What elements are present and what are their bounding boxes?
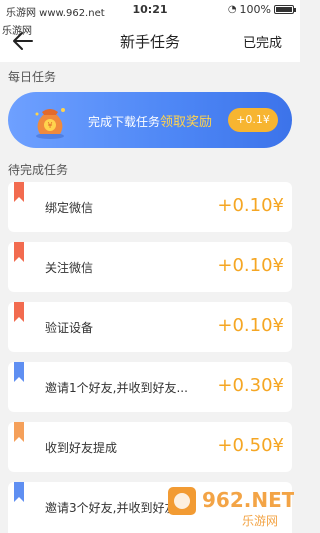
status-right: ◔ 100%: [227, 3, 296, 16]
money-bag-icon: ¥: [35, 108, 65, 139]
daily-task-banner[interactable]: ¥ 完成下载任务领取奖励 +0.1¥: [8, 92, 292, 148]
daily-task-description: 完成下载任务: [88, 115, 161, 129]
bookmark-flag-icon: [14, 242, 24, 262]
svg-text:乐游网: 乐游网: [242, 514, 278, 528]
task-label: 关注微信: [45, 261, 94, 275]
bookmark-flag-icon: [14, 182, 24, 202]
daily-task-text: 完成下载任务领取奖励: [88, 111, 212, 130]
nav-bar: 新手任务 已完成: [0, 20, 300, 62]
site-watermark-logo: 962.NET 乐游网: [168, 487, 294, 528]
task-label: 邀请1个好友,并收到好友...: [45, 381, 188, 395]
daily-section-label: 每日任务: [8, 70, 57, 84]
task-reward: +0.10¥: [217, 255, 284, 276]
task-reward: +0.10¥: [217, 315, 284, 336]
bookmark-flag-icon: [14, 362, 24, 382]
task-label: 绑定微信: [45, 201, 94, 215]
svg-text:962.NET: 962.NET: [202, 488, 294, 512]
task-reward: +0.30¥: [217, 375, 284, 396]
task-reward: +0.50¥: [217, 435, 284, 456]
bookmark-flag-icon: [14, 302, 24, 322]
svg-text:¥: ¥: [47, 121, 52, 130]
task-label: 验证设备: [45, 321, 94, 335]
battery-icon: [274, 5, 296, 14]
daily-reward-pill[interactable]: +0.1¥: [228, 108, 278, 132]
watermark-text: 乐游网: [2, 26, 32, 37]
completed-button[interactable]: 已完成: [243, 32, 282, 51]
battery-percent: 100%: [239, 3, 271, 16]
task-item-follow-wechat[interactable]: 关注微信 +0.10¥: [8, 242, 292, 292]
pending-section-label: 待完成任务: [8, 163, 69, 177]
task-label: 收到好友提成: [45, 441, 118, 455]
bookmark-flag-icon: [14, 422, 24, 442]
task-reward: +0.10¥: [217, 195, 284, 216]
status-bar: 乐游网 www.962.net 10:21 ◔ 100%: [0, 0, 300, 20]
task-item-invite-1-friend[interactable]: 邀请1个好友,并收到好友... +0.30¥: [8, 362, 292, 412]
claim-reward-text: 领取奖励: [160, 115, 213, 130]
task-item-verify-device[interactable]: 验证设备 +0.10¥: [8, 302, 292, 352]
task-item-friend-commission[interactable]: 收到好友提成 +0.50¥: [8, 422, 292, 472]
bookmark-flag-icon: [14, 482, 24, 502]
rotation-lock-icon: ◔: [227, 4, 237, 15]
task-item-bind-wechat[interactable]: 绑定微信 +0.10¥: [8, 182, 292, 232]
